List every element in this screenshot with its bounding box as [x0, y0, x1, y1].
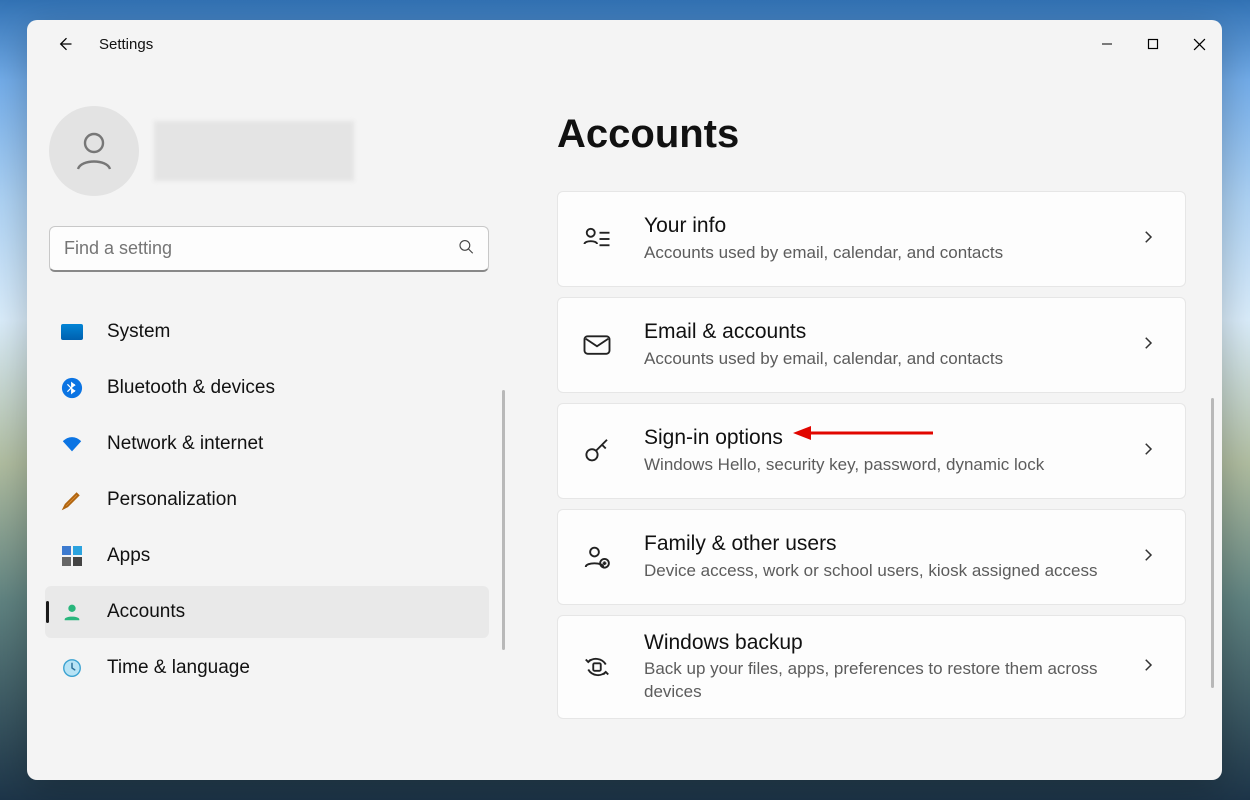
- maximize-button[interactable]: [1130, 20, 1176, 68]
- people-icon: [580, 540, 614, 574]
- card-desc: Accounts used by email, calendar, and co…: [644, 242, 1139, 265]
- titlebar: Settings: [27, 20, 1222, 68]
- apps-icon: [59, 543, 85, 569]
- bluetooth-icon: [59, 375, 85, 401]
- mail-icon: [580, 328, 614, 362]
- chevron-right-icon: [1139, 228, 1157, 251]
- sidebar-item-personalization[interactable]: Personalization: [45, 474, 489, 526]
- your-info-icon: [580, 222, 614, 256]
- personalization-icon: [59, 487, 85, 513]
- search-icon: [457, 238, 475, 261]
- sidebar-item-system[interactable]: System: [45, 306, 489, 358]
- sidebar-item-apps[interactable]: Apps: [45, 530, 489, 582]
- sidebar-item-bluetooth[interactable]: Bluetooth & devices: [45, 362, 489, 414]
- sidebar-item-label: Accounts: [107, 601, 185, 623]
- window-title: Settings: [99, 36, 153, 53]
- sidebar-item-label: Time & language: [107, 657, 250, 679]
- system-icon: [59, 319, 85, 345]
- card-sign-in-options[interactable]: Sign-in options Windows Hello, security …: [557, 403, 1186, 499]
- chevron-right-icon: [1139, 546, 1157, 569]
- chevron-right-icon: [1139, 656, 1157, 679]
- sidebar-item-network[interactable]: Network & internet: [45, 418, 489, 470]
- sidebar-item-time-language[interactable]: Time & language: [45, 642, 489, 694]
- card-title: Sign-in options: [644, 425, 1139, 451]
- key-icon: [580, 434, 614, 468]
- search-input[interactable]: [49, 226, 489, 272]
- card-family-other-users[interactable]: Family & other users Device access, work…: [557, 509, 1186, 605]
- accounts-icon: [59, 599, 85, 625]
- sidebar-item-label: System: [107, 321, 170, 343]
- card-desc: Device access, work or school users, kio…: [644, 560, 1139, 583]
- backup-icon: [580, 650, 614, 684]
- minimize-button[interactable]: [1084, 20, 1130, 68]
- sidebar-nav: System Bluetooth & devices Network & int…: [45, 306, 489, 694]
- search-box[interactable]: [49, 226, 489, 272]
- card-email-accounts[interactable]: Email & accounts Accounts used by email,…: [557, 297, 1186, 393]
- sidebar-item-label: Network & internet: [107, 433, 263, 455]
- chevron-right-icon: [1139, 440, 1157, 463]
- card-desc: Back up your files, apps, preferences to…: [644, 658, 1139, 704]
- time-icon: [59, 655, 85, 681]
- content-pane: Accounts Your info Accounts used by emai…: [501, 68, 1222, 780]
- card-title: Email & accounts: [644, 319, 1139, 345]
- avatar: [49, 106, 139, 196]
- card-windows-backup[interactable]: Windows backup Back up your files, apps,…: [557, 615, 1186, 719]
- chevron-right-icon: [1139, 334, 1157, 357]
- card-desc: Windows Hello, security key, password, d…: [644, 454, 1139, 477]
- settings-card-list: Your info Accounts used by email, calend…: [557, 191, 1222, 725]
- content-scrollbar[interactable]: [1211, 398, 1214, 688]
- sidebar: System Bluetooth & devices Network & int…: [27, 68, 501, 780]
- card-title: Your info: [644, 213, 1139, 239]
- network-icon: [59, 431, 85, 457]
- card-desc: Accounts used by email, calendar, and co…: [644, 348, 1139, 371]
- window-controls: [1084, 20, 1222, 68]
- profile-name-redacted: [154, 121, 354, 181]
- sidebar-item-accounts[interactable]: Accounts: [45, 586, 489, 638]
- back-button[interactable]: [49, 29, 79, 59]
- card-title: Family & other users: [644, 531, 1139, 557]
- card-your-info[interactable]: Your info Accounts used by email, calend…: [557, 191, 1186, 287]
- settings-window: Settings: [27, 20, 1222, 780]
- page-title: Accounts: [557, 112, 1222, 157]
- close-button[interactable]: [1176, 20, 1222, 68]
- profile-block[interactable]: [49, 106, 489, 196]
- sidebar-item-label: Apps: [107, 545, 150, 567]
- card-title: Windows backup: [644, 630, 1139, 656]
- sidebar-item-label: Personalization: [107, 489, 237, 511]
- sidebar-item-label: Bluetooth & devices: [107, 377, 275, 399]
